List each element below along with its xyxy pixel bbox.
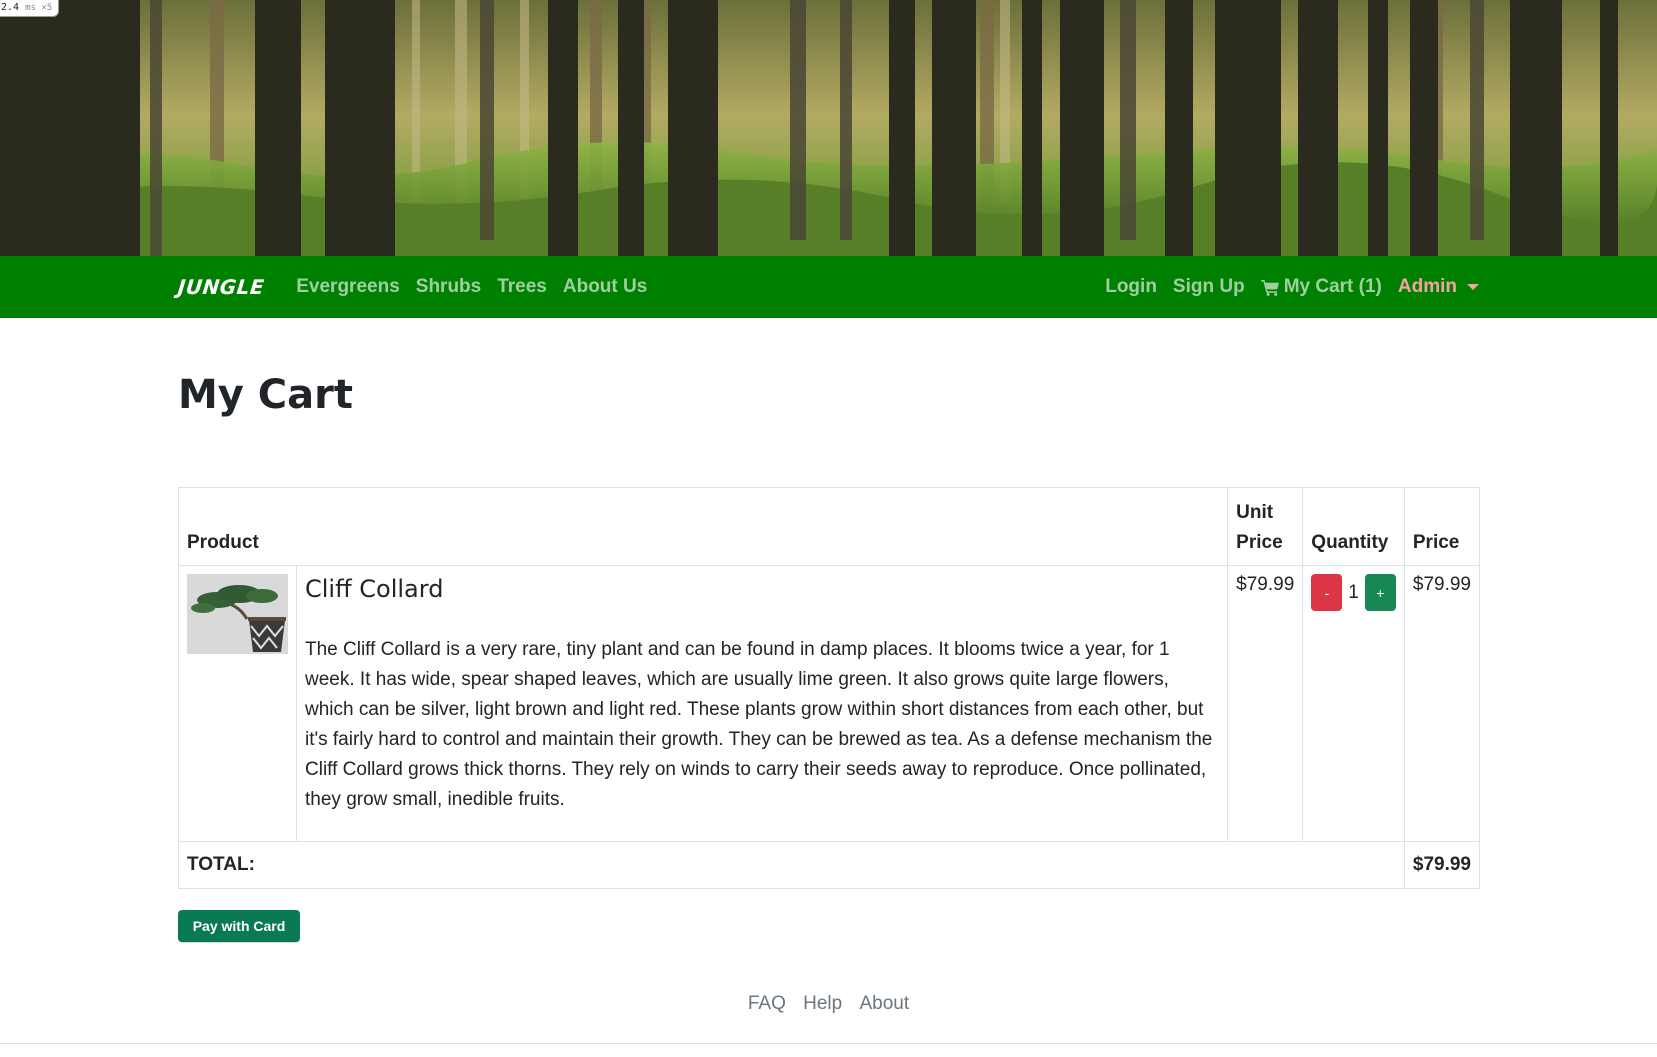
footer-divider bbox=[0, 1043, 1657, 1044]
product-thumbnail[interactable] bbox=[187, 574, 288, 654]
nav-link-about-us[interactable]: About Us bbox=[563, 276, 647, 298]
decrement-button[interactable]: - bbox=[1311, 574, 1343, 611]
bonsai-pot-icon bbox=[187, 574, 288, 654]
table-row: Cliff Collard The Cliff Collard is a ver… bbox=[178, 565, 1481, 842]
product-image-cell bbox=[178, 565, 297, 842]
quantity-cell: - 1 + bbox=[1302, 565, 1405, 842]
product-name[interactable]: Cliff Collard bbox=[305, 575, 1219, 603]
nav-link-shrubs[interactable]: Shrubs bbox=[416, 276, 481, 298]
product-details-cell: Cliff Collard The Cliff Collard is a ver… bbox=[295, 565, 1229, 842]
caret-down-icon bbox=[1467, 284, 1479, 290]
performance-badge: 2.4 ms ×5 bbox=[0, 0, 60, 17]
header-price: Price bbox=[1403, 487, 1481, 566]
header-product: Product bbox=[177, 487, 1229, 566]
forest-illustration bbox=[0, 0, 1657, 256]
nav-link-evergreens[interactable]: Evergreens bbox=[296, 276, 400, 298]
pay-with-card-button[interactable]: Pay with Card bbox=[178, 910, 300, 942]
total-label: TOTAL: bbox=[178, 841, 1405, 889]
perf-value: 2.4 bbox=[1, 2, 20, 13]
footer-link-about[interactable]: About bbox=[860, 993, 910, 1014]
product-description: The Cliff Collard is a very rare, tiny p… bbox=[305, 639, 1213, 810]
main-navbar: JUNGLE Evergreens Shrubs Trees About Us … bbox=[0, 256, 1657, 318]
header-unit-price: Unit Price bbox=[1227, 487, 1304, 566]
increment-button[interactable]: + bbox=[1364, 574, 1396, 611]
nav-link-login[interactable]: Login bbox=[1105, 276, 1157, 298]
price-cell: $79.99 bbox=[1403, 565, 1481, 842]
total-value: $79.99 bbox=[1403, 841, 1481, 889]
admin-dropdown[interactable]: Admin bbox=[1398, 276, 1479, 298]
nav-link-trees[interactable]: Trees bbox=[497, 276, 547, 298]
navbar-container: JUNGLE Evergreens Shrubs Trees About Us … bbox=[177, 256, 1479, 318]
footer: FAQ Help About bbox=[0, 993, 1657, 1015]
quantity-value: 1 bbox=[1348, 581, 1359, 603]
footer-link-help[interactable]: Help bbox=[803, 993, 842, 1014]
perf-unit: ms ×5 bbox=[25, 3, 53, 13]
total-row: TOTAL: $79.99 bbox=[178, 841, 1481, 889]
unit-price-cell: $79.99 bbox=[1227, 565, 1304, 842]
nav-link-signup[interactable]: Sign Up bbox=[1173, 276, 1245, 298]
nav-link-my-cart[interactable]: My Cart (1) bbox=[1260, 276, 1382, 298]
my-cart-label: My Cart (1) bbox=[1283, 276, 1382, 297]
brand-logo[interactable]: JUNGLE bbox=[177, 275, 266, 299]
footer-link-faq[interactable]: FAQ bbox=[748, 993, 786, 1014]
cart-table: Product Unit Price Quantity Price Cliff … bbox=[177, 487, 1481, 889]
table-header-row: Product Unit Price Quantity Price bbox=[177, 487, 1481, 566]
hero-banner-image bbox=[0, 0, 1657, 256]
quantity-stepper: - 1 + bbox=[1311, 574, 1396, 611]
page-title: My Cart bbox=[178, 372, 353, 418]
header-quantity: Quantity bbox=[1302, 487, 1405, 566]
admin-label: Admin bbox=[1397, 276, 1457, 297]
shopping-cart-icon bbox=[1260, 279, 1279, 296]
